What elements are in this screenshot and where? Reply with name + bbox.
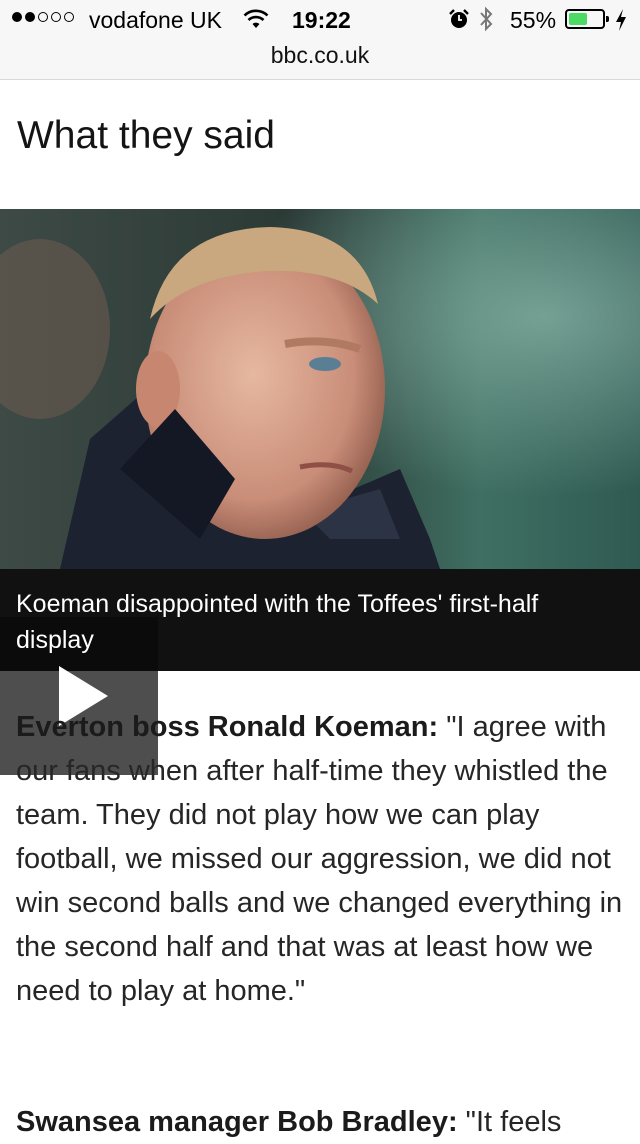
- video-thumbnail[interactable]: [0, 209, 640, 569]
- wifi-icon: [243, 8, 269, 35]
- quote-text: "I agree with our fans when after half-t…: [16, 711, 623, 1007]
- quote-text: "It feels: [457, 1106, 562, 1138]
- battery-percent: 55%: [510, 7, 557, 33]
- url-text[interactable]: bbc.co.uk: [271, 42, 369, 68]
- carrier-name: vodafone UK: [89, 7, 222, 33]
- status-time: 19:22: [292, 7, 351, 33]
- alarm-icon: [448, 8, 470, 36]
- battery-icon: [565, 9, 609, 29]
- video-caption: Koeman disappointed with the Toffees' fi…: [16, 590, 539, 654]
- video-player[interactable]: Koeman disappointed with the Toffees' fi…: [0, 209, 640, 775]
- charging-icon: [614, 8, 628, 38]
- section-title: What they said: [17, 114, 275, 157]
- address-bar[interactable]: bbc.co.uk: [0, 40, 640, 80]
- quote-paragraph: Swansea manager Bob Bradley: "It feels: [16, 1100, 628, 1144]
- bluetooth-icon: [478, 6, 494, 38]
- quote-speaker: Swansea manager Bob Bradley:: [16, 1106, 458, 1138]
- quote-paragraph: Everton boss Ronald Koeman: "I agree wit…: [16, 705, 628, 1013]
- quote-speaker: Everton boss Ronald Koeman:: [16, 711, 439, 743]
- battery-level: [569, 13, 587, 25]
- status-bar: vodafone UK 19:22 55%: [0, 0, 640, 40]
- signal-strength-icon: [12, 12, 74, 22]
